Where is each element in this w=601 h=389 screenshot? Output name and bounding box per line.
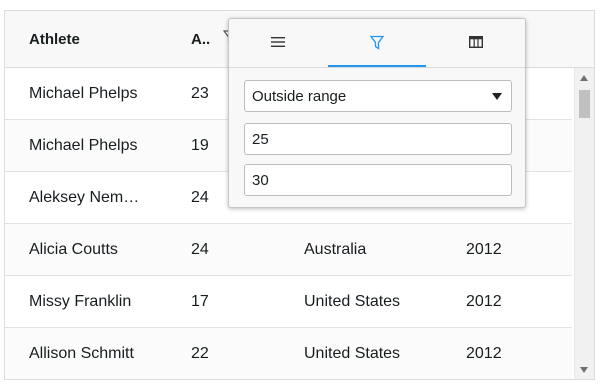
scroll-thumb[interactable]: [579, 90, 590, 118]
column-header-athlete[interactable]: Athlete: [29, 11, 80, 67]
cell-year: 2012: [466, 293, 502, 310]
cell-athlete: Michael Phelps: [29, 85, 138, 102]
cell-year: 2012: [466, 345, 502, 362]
cell-country: United States: [304, 293, 401, 310]
filter-from-value: 25: [252, 130, 269, 148]
scroll-down-arrow-icon[interactable]: [580, 367, 588, 373]
table-row[interactable]: Allison Schmitt 22 United States 2012: [5, 328, 572, 379]
column-filter-popup: Outside range 25 30: [228, 18, 526, 208]
scroll-up-arrow-icon[interactable]: [580, 75, 588, 81]
cell-athlete: Aleksey Nem…: [29, 189, 140, 206]
cell-athlete: Alicia Coutts: [29, 241, 118, 258]
caret-down-icon: [492, 93, 502, 100]
cell-country: United States: [304, 345, 401, 362]
cell-athlete: Missy Franklin: [29, 293, 132, 310]
cell-age: 22: [191, 345, 209, 362]
vertical-scrollbar[interactable]: [574, 68, 594, 379]
table-row[interactable]: Missy Franklin 17 United States 2012: [5, 276, 572, 328]
cell-age: 19: [191, 137, 209, 154]
tab-filter[interactable]: [328, 19, 426, 67]
menu-icon: [271, 37, 285, 47]
filter-to-input[interactable]: 30: [244, 164, 512, 196]
filter-from-input[interactable]: 25: [244, 123, 512, 155]
tab-columns[interactable]: [427, 19, 525, 65]
filter-icon: [370, 35, 384, 50]
cell-age: 24: [191, 189, 209, 206]
cell-country: Australia: [304, 241, 367, 258]
column-header-age[interactable]: A..: [191, 11, 210, 67]
tab-general-menu[interactable]: [229, 19, 327, 65]
table-row[interactable]: Alicia Coutts 24 Australia 2012: [5, 224, 572, 276]
cell-age: 17: [191, 293, 209, 310]
filter-operator-value: Outside range: [252, 87, 347, 105]
filter-operator-select[interactable]: Outside range: [244, 80, 512, 112]
cell-year: 2012: [466, 241, 502, 258]
popup-tabs: [229, 19, 525, 68]
cell-athlete: Allison Schmitt: [29, 345, 134, 362]
columns-icon: [469, 36, 483, 48]
filter-to-value: 30: [252, 171, 269, 189]
cell-age: 24: [191, 241, 209, 258]
cell-age: 23: [191, 85, 209, 102]
cell-athlete: Michael Phelps: [29, 137, 138, 154]
